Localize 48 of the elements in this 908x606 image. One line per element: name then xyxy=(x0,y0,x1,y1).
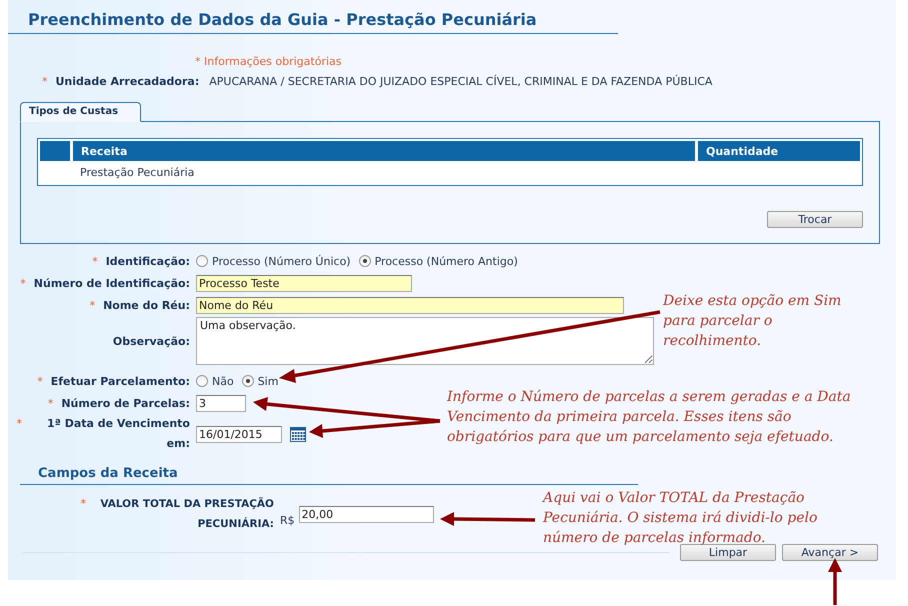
input-field[interactable]: 20,00 xyxy=(298,506,434,522)
radio-button[interactable] xyxy=(196,255,208,267)
input-field[interactable]: Processo Teste xyxy=(196,274,412,292)
field-label: Observação: xyxy=(112,334,190,348)
form-button[interactable]: Avançar > xyxy=(782,544,878,561)
field-label: Identificação: xyxy=(106,254,190,268)
annotation-note: Deixe esta opção em Sim para parcelar o recolhimento. xyxy=(663,292,842,351)
required-mark: * xyxy=(20,276,26,290)
date-field[interactable]: 16/01/2015 xyxy=(196,426,282,442)
radio-label: Processo (Número Antigo) xyxy=(374,254,518,268)
required-mark: * xyxy=(48,396,54,410)
table-header-cell: Quantidade xyxy=(698,141,860,161)
trocar-button[interactable]: Trocar xyxy=(767,211,863,228)
section-title: Campos da Receita xyxy=(38,466,179,483)
form-button[interactable]: Limpar xyxy=(680,544,776,561)
radio-button[interactable] xyxy=(358,255,371,267)
field-label: 1ª Data de Vencimento em: xyxy=(46,416,190,452)
arrow xyxy=(828,558,842,605)
radio-button[interactable] xyxy=(242,375,254,387)
required-mark: * xyxy=(80,497,86,510)
input-field[interactable]: Nome do Réu xyxy=(196,296,624,314)
radio-button[interactable] xyxy=(196,375,208,387)
field-label: Efetuar Parcelamento: xyxy=(50,374,190,388)
field-value: APUCARANA / SECRETARIA DO JUIZADO ESPECIAL CÍVEL, CRIMINAL E DA FAZENDA PÚBLICA xyxy=(209,75,712,88)
currency-prefix: R$ xyxy=(280,514,295,526)
annotation-note: Informe o Número de parcelas a serem geradas e a Data Vencimento da primeira parcela. Esses itens são obrigatórios para que um parcelamento seja efetuado. xyxy=(447,388,852,447)
field-label: Número de Identificação: xyxy=(34,276,190,290)
required-mark: * xyxy=(16,417,22,430)
field-label: Nome do Réu: xyxy=(103,298,190,312)
page-title: Preenchimento de Dados da Guia - Prestação Pecuniária xyxy=(28,10,537,31)
required-mark: * xyxy=(92,254,98,268)
required-mark: * xyxy=(42,75,48,88)
field-label: VALOR TOTAL DA PRESTAÇÃO PECUNIÁRIA: xyxy=(99,496,274,532)
radio-label: Sim xyxy=(258,374,278,388)
table-header-cell xyxy=(40,141,70,161)
table-cell: Prestação Pecuniária xyxy=(80,166,194,178)
field-label: Unidade Arrecadadora: xyxy=(56,75,200,88)
calendar-icon[interactable] xyxy=(290,426,306,442)
radio-label: Não xyxy=(212,374,234,388)
required-note: * Informações obrigatórias xyxy=(195,55,342,68)
textarea-field[interactable]: Uma observação. xyxy=(196,317,654,365)
tab[interactable]: Tipos de Custas xyxy=(20,102,142,122)
required-mark: * xyxy=(37,374,43,388)
field-label: Número de Parcelas: xyxy=(61,396,190,410)
radio-label: Processo (Número Único) xyxy=(212,254,351,268)
required-mark: * xyxy=(90,298,96,312)
table-header-cell: Receita xyxy=(73,141,695,161)
input-field[interactable]: 3 xyxy=(196,394,246,412)
